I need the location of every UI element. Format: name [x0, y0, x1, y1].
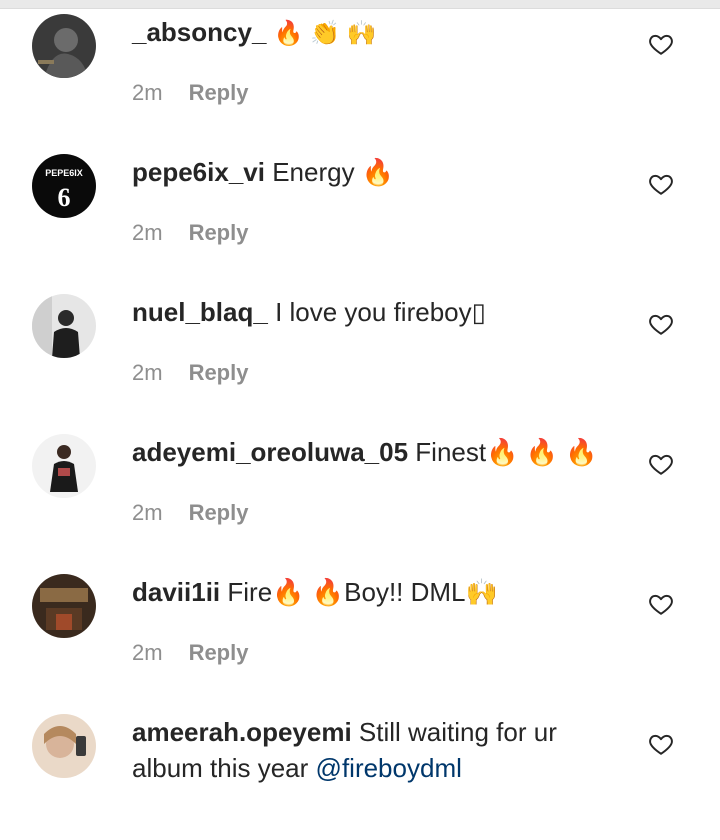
mention-link[interactable]: @fireboydml [316, 753, 462, 783]
avatar-brand-number: 6 [58, 183, 71, 212]
comment-text: _absoncy_ 🔥 👏 🙌 [132, 14, 612, 52]
reply-button[interactable]: Reply [189, 360, 249, 385]
comment-item: ameerah.opeyemi Still waiting for ur alb… [0, 700, 720, 840]
comment-time: 2m [132, 220, 163, 245]
comment-username[interactable]: pepe6ix_vi [132, 157, 265, 187]
heart-outline-icon[interactable] [648, 171, 674, 197]
reply-button[interactable]: Reply [189, 500, 249, 525]
avatar[interactable] [32, 434, 96, 498]
comment-body: Fire🔥 🔥Boy!! DML🙌 [227, 577, 498, 607]
comment-item: nuel_blaq_ I love you fireboy▯ 2m Reply [0, 280, 720, 420]
comment-meta: 2m Reply [132, 78, 248, 108]
comment-text: adeyemi_oreoluwa_05 Finest🔥 🔥 🔥 [132, 434, 612, 470]
comment-username[interactable]: ameerah.opeyemi [132, 717, 352, 747]
reply-button[interactable]: Reply [189, 640, 249, 665]
comment-username[interactable]: adeyemi_oreoluwa_05 [132, 437, 408, 467]
comment-text: ameerah.opeyemi Still waiting for ur alb… [132, 714, 612, 786]
heart-outline-icon[interactable] [648, 311, 674, 337]
comment-item: adeyemi_oreoluwa_05 Finest🔥 🔥 🔥 2m Reply [0, 420, 720, 560]
comment-body: 🔥 👏 🙌 [273, 20, 377, 47]
comment-time: 2m [132, 640, 163, 665]
comment-item: PEPE6IX 6 pepe6ix_vi Energy 🔥 2m Reply [0, 140, 720, 280]
comment-body: I love you fireboy▯ [275, 297, 486, 327]
comment-username[interactable]: nuel_blaq_ [132, 297, 268, 327]
reply-button[interactable]: Reply [189, 220, 249, 245]
comment-item: _absoncy_ 🔥 👏 🙌 2m Reply [0, 0, 720, 140]
avatar[interactable] [32, 714, 96, 778]
comment-body: Energy 🔥 [272, 157, 395, 187]
comment-time: 2m [132, 360, 163, 385]
avatar[interactable] [32, 14, 96, 78]
avatar[interactable] [32, 294, 96, 358]
comment-time: 2m [132, 500, 163, 525]
comment-item: davii1ii Fire🔥 🔥Boy!! DML🙌 2m Reply [0, 560, 720, 700]
avatar[interactable]: PEPE6IX 6 [32, 154, 96, 218]
avatar[interactable] [32, 574, 96, 638]
heart-outline-icon[interactable] [648, 731, 674, 757]
comment-username[interactable]: davii1ii [132, 577, 220, 607]
comment-meta: 2m Reply [132, 358, 248, 388]
comment-body: Finest🔥 🔥 🔥 [415, 437, 598, 467]
comment-meta: 2m Reply [132, 218, 248, 248]
comment-time: 2m [132, 80, 163, 105]
heart-outline-icon[interactable] [648, 591, 674, 617]
comment-username[interactable]: _absoncy_ [132, 17, 266, 47]
avatar-brand-text: PEPE6IX [45, 168, 83, 178]
comment-meta: 2m Reply [132, 638, 248, 668]
comment-text: pepe6ix_vi Energy 🔥 [132, 154, 612, 190]
comment-text: nuel_blaq_ I love you fireboy▯ [132, 294, 612, 330]
comment-meta: 2m Reply [132, 498, 248, 528]
comment-text: davii1ii Fire🔥 🔥Boy!! DML🙌 [132, 574, 612, 610]
reply-button[interactable]: Reply [189, 80, 249, 105]
heart-outline-icon[interactable] [648, 31, 674, 57]
heart-outline-icon[interactable] [648, 451, 674, 477]
